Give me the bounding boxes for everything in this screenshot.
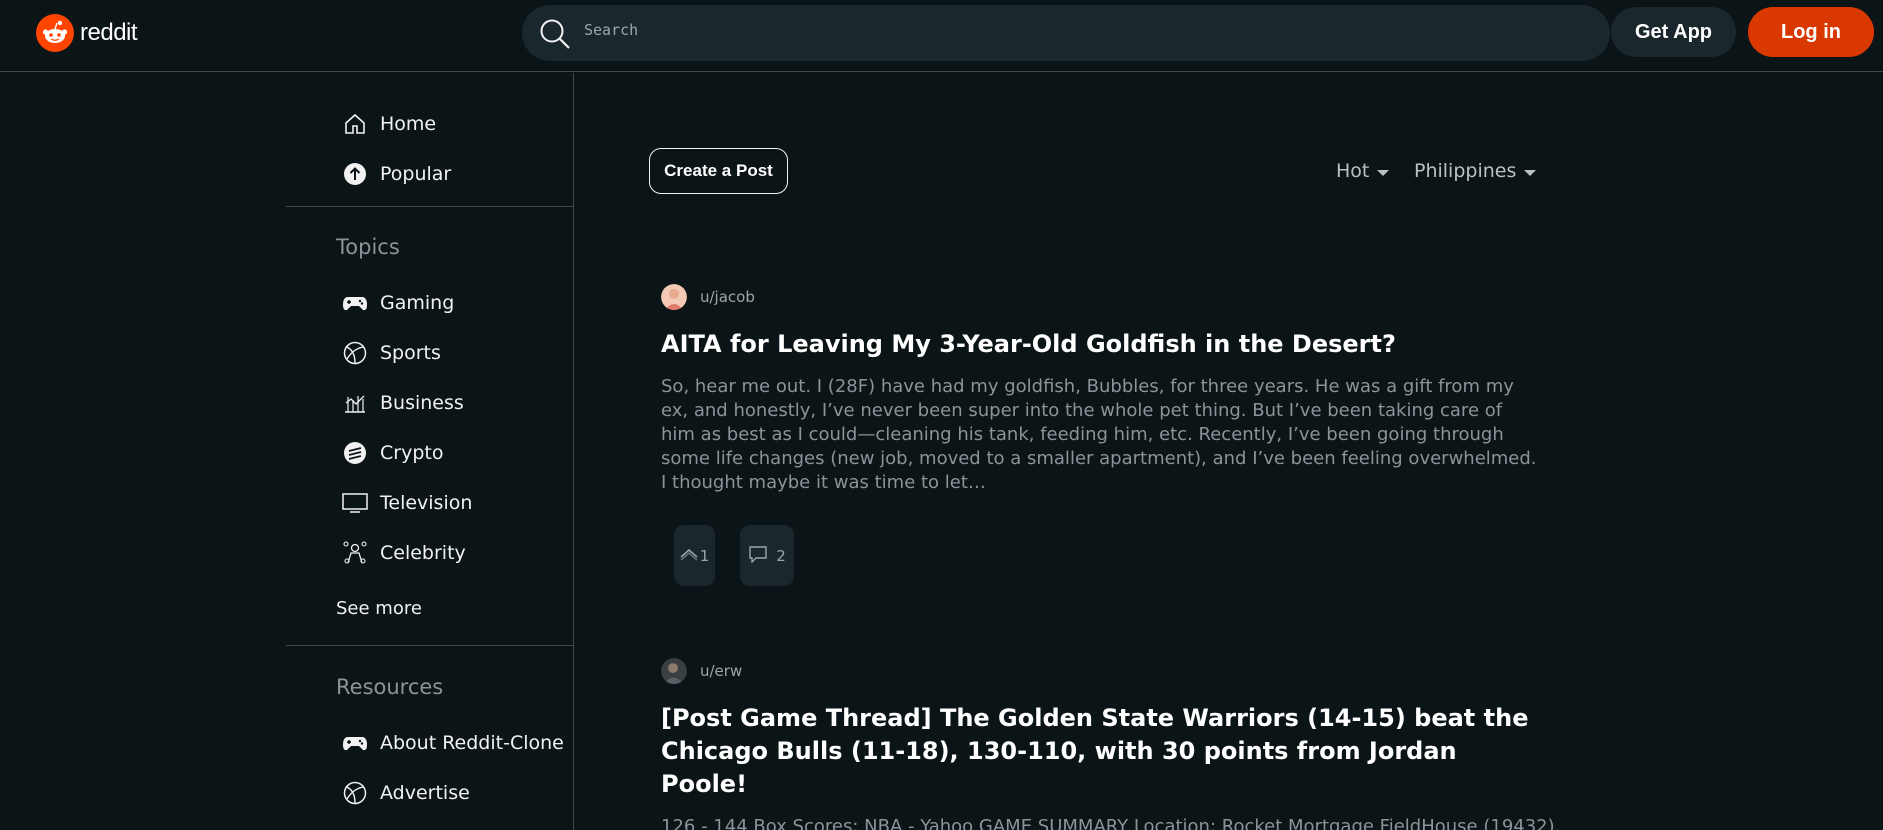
sidebar-item-advertise[interactable]: Advertise bbox=[342, 775, 470, 811]
sidebar-item-about[interactable]: About Reddit-Clone bbox=[342, 725, 564, 761]
sidebar-item-label: Gaming bbox=[380, 292, 455, 314]
get-app-button[interactable]: Get App bbox=[1611, 7, 1736, 57]
sidebar-item-label: Advertise bbox=[380, 782, 470, 804]
popular-icon bbox=[342, 161, 368, 187]
comment-icon bbox=[748, 545, 768, 567]
region-dropdown[interactable]: Philippines bbox=[1414, 160, 1537, 182]
topics-heading: Topics bbox=[336, 235, 400, 259]
gamepad-icon bbox=[342, 730, 368, 756]
sidebar-item-business[interactable]: Business bbox=[342, 385, 464, 421]
chevron-down-icon bbox=[1377, 170, 1390, 176]
create-post-button[interactable]: Create a Post bbox=[649, 148, 788, 194]
sidebar-item-label: Business bbox=[380, 392, 464, 414]
sidebar-item-label: Popular bbox=[380, 163, 452, 185]
chart-icon bbox=[342, 390, 368, 416]
sidebar-item-label: About Reddit-Clone bbox=[380, 732, 564, 754]
upvote-count: 1 bbox=[699, 546, 710, 565]
sort-dropdown[interactable]: Hot bbox=[1336, 160, 1390, 182]
reddit-logo[interactable]: reddit bbox=[36, 14, 138, 52]
post-author[interactable]: u/erw bbox=[661, 658, 1541, 684]
sidebar-item-label: Sports bbox=[380, 342, 441, 364]
post-author[interactable]: u/jacob bbox=[661, 284, 1541, 310]
sidebar-item-label: Celebrity bbox=[380, 542, 466, 564]
left-sidebar: Home Popular Topics Gaming Sports Busine… bbox=[286, 73, 574, 830]
home-icon bbox=[342, 111, 368, 137]
sidebar-item-celebrity[interactable]: Celebrity bbox=[342, 535, 466, 571]
sidebar-item-label: Crypto bbox=[380, 442, 444, 464]
search-input[interactable] bbox=[584, 5, 1584, 61]
ball-icon bbox=[342, 780, 368, 806]
comments-button[interactable]: 2 bbox=[740, 525, 794, 586]
post-body: So, hear me out. I (28F) have had my gol… bbox=[661, 376, 1537, 493]
author-name[interactable]: u/erw bbox=[700, 662, 742, 680]
sidebar-item-sports[interactable]: Sports bbox=[342, 335, 441, 371]
celebrity-icon bbox=[342, 540, 368, 566]
sidebar-divider bbox=[286, 206, 574, 207]
logo-text: reddit bbox=[80, 19, 138, 46]
post-card[interactable]: u/jacob AITA for Leaving My 3-Year-Old G… bbox=[661, 284, 1541, 586]
sidebar-item-label: Television bbox=[380, 492, 473, 514]
crypto-icon bbox=[342, 440, 368, 466]
sidebar-item-home[interactable]: Home bbox=[342, 106, 436, 142]
post-actions: 1 2 bbox=[674, 525, 1541, 586]
reddit-snoo-icon bbox=[36, 14, 74, 52]
login-button[interactable]: Log in bbox=[1748, 7, 1874, 57]
chevron-down-icon bbox=[1524, 170, 1537, 176]
sidebar-item-popular[interactable]: Popular bbox=[342, 156, 451, 192]
sort-label: Hot bbox=[1336, 160, 1370, 182]
search-icon bbox=[538, 17, 572, 55]
top-header: reddit Get App Log in bbox=[0, 0, 1883, 72]
post-card[interactable]: u/erw [Post Game Thread] The Golden Stat… bbox=[661, 658, 1561, 830]
avatar bbox=[661, 658, 687, 684]
sidebar-divider bbox=[286, 645, 574, 646]
resources-heading: Resources bbox=[336, 675, 444, 699]
upvote-icon bbox=[680, 547, 698, 565]
gamepad-icon bbox=[342, 290, 368, 316]
comment-count: 2 bbox=[776, 546, 786, 565]
sidebar-item-television[interactable]: Television bbox=[342, 485, 472, 521]
post-title[interactable]: [Post Game Thread] The Golden State Warr… bbox=[661, 702, 1541, 801]
post-body: 126 - 144 Box Scores: NBA - Yahoo GAME S… bbox=[661, 816, 1561, 830]
ball-icon bbox=[342, 340, 368, 366]
search-bar[interactable] bbox=[522, 5, 1610, 61]
region-label: Philippines bbox=[1414, 160, 1517, 182]
post-title[interactable]: AITA for Leaving My 3-Year-Old Goldfish … bbox=[661, 328, 1541, 361]
avatar bbox=[661, 284, 687, 310]
sidebar-item-gaming[interactable]: Gaming bbox=[342, 285, 454, 321]
upvote-button[interactable]: 1 bbox=[674, 525, 715, 586]
author-name[interactable]: u/jacob bbox=[700, 288, 755, 306]
tv-icon bbox=[342, 490, 368, 516]
see-more-link[interactable]: See more bbox=[336, 598, 422, 619]
sidebar-item-crypto[interactable]: Crypto bbox=[342, 435, 443, 471]
sidebar-item-label: Home bbox=[380, 113, 437, 135]
